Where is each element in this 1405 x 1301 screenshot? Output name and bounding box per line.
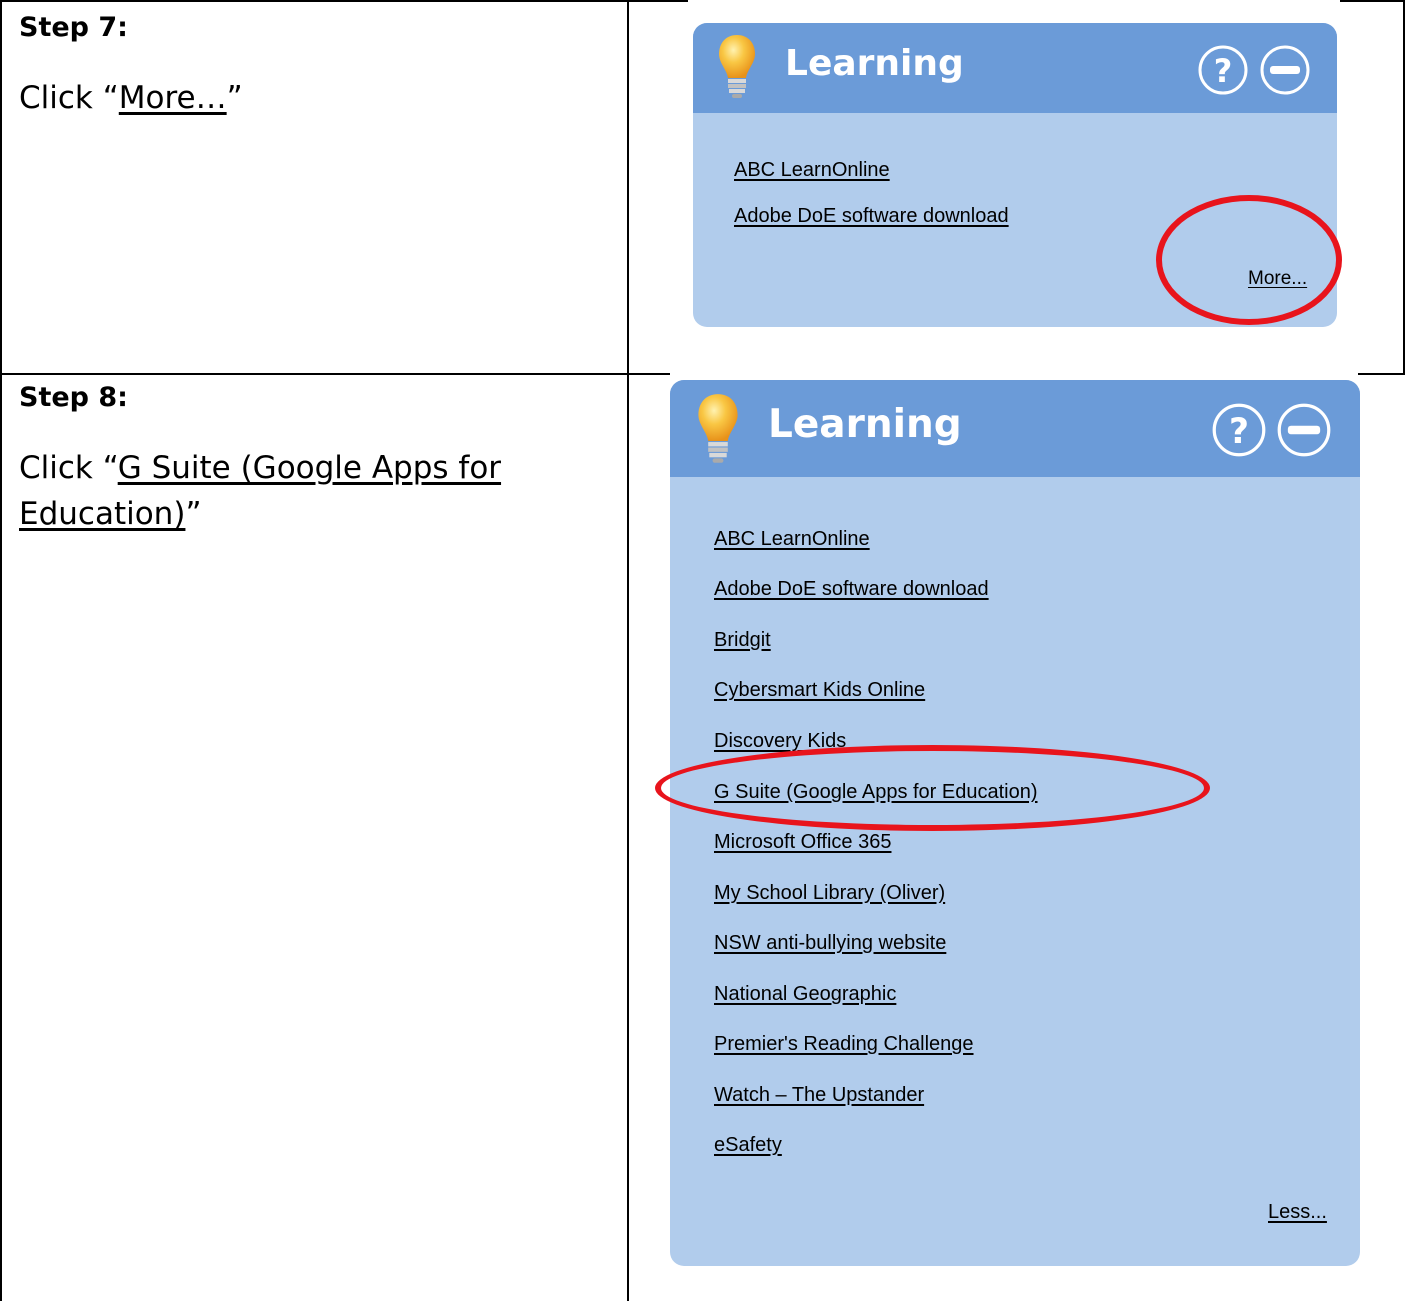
highlight-circle-g-suite — [655, 745, 1210, 831]
instruction-prefix: Click “ — [19, 80, 119, 116]
step-7-instruction: Click “More…” — [19, 75, 579, 121]
minimize-icon[interactable] — [1276, 402, 1332, 458]
link-abc-learnonline[interactable]: ABC LearnOnline — [714, 528, 870, 551]
link-national-geographic[interactable]: National Geographic — [714, 983, 896, 1006]
lightbulb-icon — [698, 394, 738, 463]
link-esafety[interactable]: eSafety — [714, 1134, 782, 1157]
instruction-suffix: ” — [185, 496, 202, 532]
link-premiers-reading[interactable]: Premier's Reading Challenge — [714, 1033, 974, 1056]
link-nsw-anti-bullying[interactable]: NSW anti-bullying website — [714, 932, 946, 955]
svg-text:?: ? — [1229, 412, 1249, 452]
table-border-top — [0, 0, 627, 2]
link-abc-learnonline[interactable]: ABC LearnOnline — [734, 159, 890, 182]
panel-header: Learning ? — [670, 380, 1360, 477]
link-cybersmart[interactable]: Cybersmart Kids Online — [714, 679, 925, 702]
panel-title: Learning — [785, 43, 964, 84]
link-microsoft-office[interactable]: Microsoft Office 365 — [714, 831, 891, 854]
table-border-top-right — [627, 0, 688, 2]
link-adobe-doe[interactable]: Adobe DoE software download — [734, 205, 1009, 228]
table-divider-row — [0, 373, 670, 375]
instruction-suffix: ” — [226, 80, 243, 116]
instruction-link-line2: Education) — [19, 496, 186, 532]
step-8-instruction: Click “G Suite (Google Apps for Educatio… — [19, 445, 579, 537]
link-my-school-library[interactable]: My School Library (Oliver) — [714, 882, 945, 905]
svg-text:?: ? — [1214, 52, 1233, 90]
step-8-title: Step 8: — [19, 382, 128, 413]
link-watch-upstander[interactable]: Watch – The Upstander — [714, 1084, 924, 1107]
less-link[interactable]: Less... — [1268, 1201, 1327, 1224]
link-bridgit[interactable]: Bridgit — [714, 629, 771, 652]
step-7-title: Step 7: — [19, 12, 128, 43]
panel-title: Learning — [768, 402, 962, 447]
help-icon[interactable]: ? — [1197, 44, 1249, 96]
table-divider-vertical — [627, 0, 629, 1301]
table-border-left — [0, 0, 2, 1301]
help-icon[interactable]: ? — [1211, 402, 1267, 458]
minimize-icon[interactable] — [1259, 44, 1311, 96]
instruction-link: More… — [118, 80, 227, 116]
panel-header: Learning ? — [693, 23, 1337, 113]
lightbulb-icon — [719, 35, 755, 98]
highlight-circle-more — [1156, 195, 1342, 325]
table-divider-row-right — [1358, 373, 1405, 375]
instruction-prefix: Click “ — [19, 450, 118, 486]
link-adobe-doe[interactable]: Adobe DoE software download — [714, 578, 989, 601]
table-border-top-right-2 — [1340, 0, 1405, 2]
instruction-link-line1: G Suite (Google Apps for — [117, 450, 502, 486]
